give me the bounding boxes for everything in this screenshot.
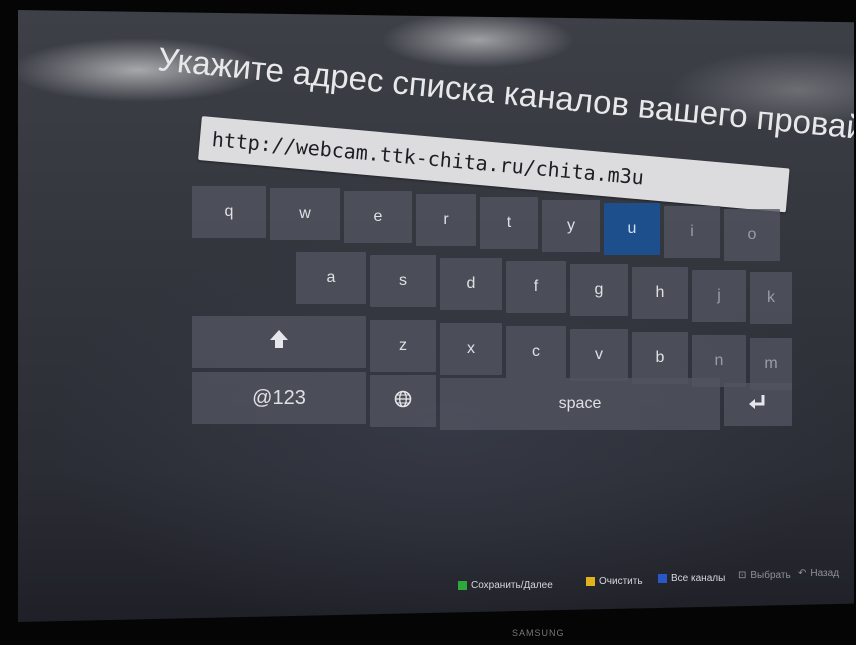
key-u[interactable]: u [604, 203, 660, 255]
return-icon: ↶ [798, 568, 807, 579]
tv-brand-logo: SAMSUNG [512, 628, 565, 638]
enter-icon [748, 393, 768, 416]
yellow-button-icon [586, 577, 595, 586]
key-f[interactable]: f [506, 261, 566, 313]
enter-key[interactable] [724, 383, 792, 426]
symbols-key[interactable]: @123 [192, 372, 366, 424]
key-b[interactable]: b [632, 332, 688, 384]
footer-hints: Сохранить/Далее Очистить Все каналы ⊡ Вы… [458, 568, 854, 594]
tv-screen: Укажите адрес списка каналов вашего пров… [18, 10, 854, 622]
key-k[interactable]: k [750, 272, 792, 324]
key-a[interactable]: a [296, 252, 366, 304]
back-hint[interactable]: ↶ Назад [798, 568, 839, 579]
onscreen-keyboard: q w e r t y u i o a s d f g h j k z x c … [192, 186, 792, 430]
globe-icon [394, 390, 412, 413]
key-i[interactable]: i [664, 206, 720, 258]
key-h[interactable]: h [632, 267, 688, 319]
key-e[interactable]: e [344, 191, 412, 243]
select-label: Выбрать [750, 570, 791, 581]
blue-button-icon [658, 574, 667, 583]
key-j[interactable]: j [692, 270, 746, 322]
save-next-label: Сохранить/Далее [471, 580, 553, 591]
key-d[interactable]: d [440, 258, 502, 310]
all-channels-hint[interactable]: Все каналы [658, 573, 725, 584]
key-x[interactable]: x [440, 323, 502, 375]
key-t[interactable]: t [480, 197, 538, 249]
shift-arrow-icon [268, 328, 290, 356]
all-channels-label: Все каналы [671, 573, 726, 584]
key-c[interactable]: c [506, 326, 566, 378]
key-r[interactable]: r [416, 194, 476, 246]
select-icon: ⊡ [738, 570, 747, 581]
green-button-icon [458, 581, 467, 590]
shift-key[interactable] [192, 316, 366, 368]
key-s[interactable]: s [370, 255, 436, 307]
save-next-hint[interactable]: Сохранить/Далее [458, 580, 553, 591]
select-hint[interactable]: ⊡ Выбрать [738, 570, 791, 581]
key-z[interactable]: z [370, 320, 436, 372]
key-g[interactable]: g [570, 264, 628, 316]
language-key[interactable] [370, 375, 436, 427]
key-w[interactable]: w [270, 188, 340, 240]
key-q[interactable]: q [192, 186, 266, 238]
clear-hint[interactable]: Очистить [586, 576, 643, 587]
clear-label: Очистить [599, 576, 643, 587]
key-v[interactable]: v [570, 329, 628, 381]
key-o[interactable]: o [724, 209, 780, 261]
back-label: Назад [810, 568, 840, 579]
space-key[interactable]: space [440, 378, 720, 430]
key-y[interactable]: y [542, 200, 600, 252]
